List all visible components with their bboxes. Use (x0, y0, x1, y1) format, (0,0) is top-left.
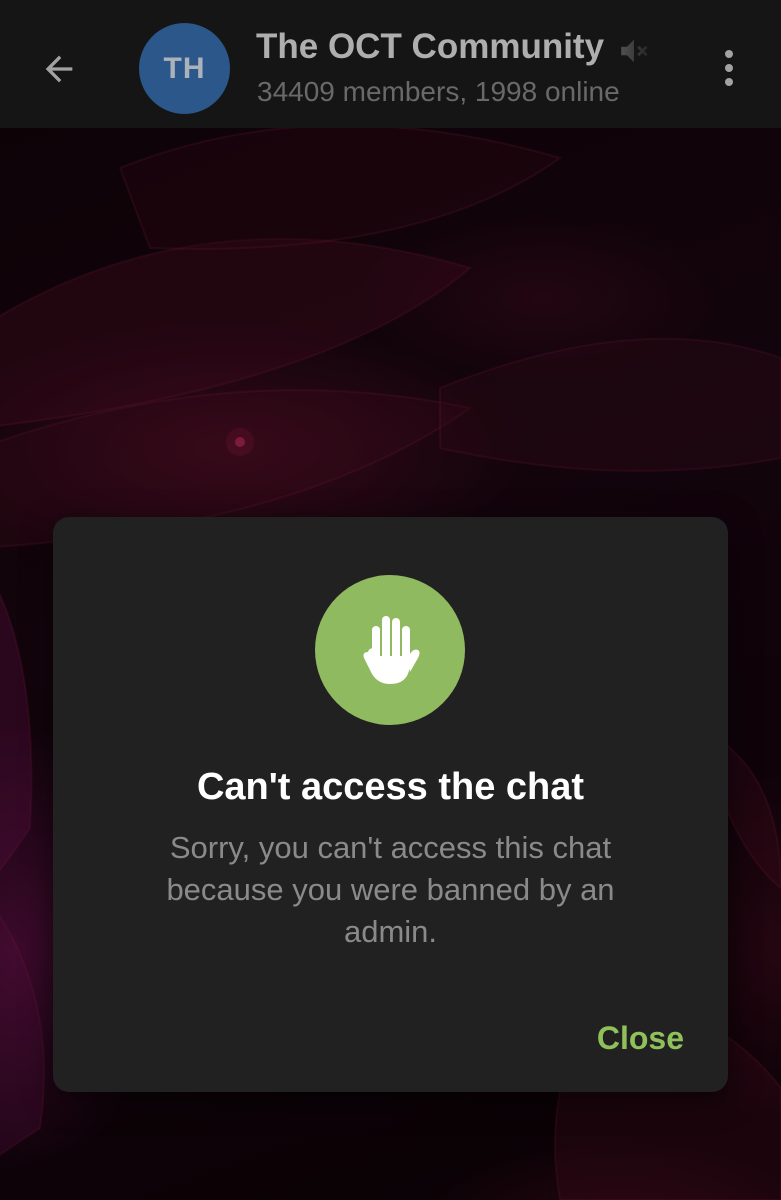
dialog-title: Can't access the chat (196, 766, 585, 808)
dialog-message: Sorry, you can't access this chat becaus… (166, 830, 615, 949)
raised-hand-icon (363, 616, 420, 684)
chat-screen: TH The OCT Community 34409 members, 1998… (0, 0, 781, 1200)
dialog-icon-circle (315, 575, 465, 725)
access-denied-dialog: Can't access the chat Sorry, you can't a… (53, 517, 728, 1092)
close-button[interactable]: Close (589, 1013, 692, 1063)
